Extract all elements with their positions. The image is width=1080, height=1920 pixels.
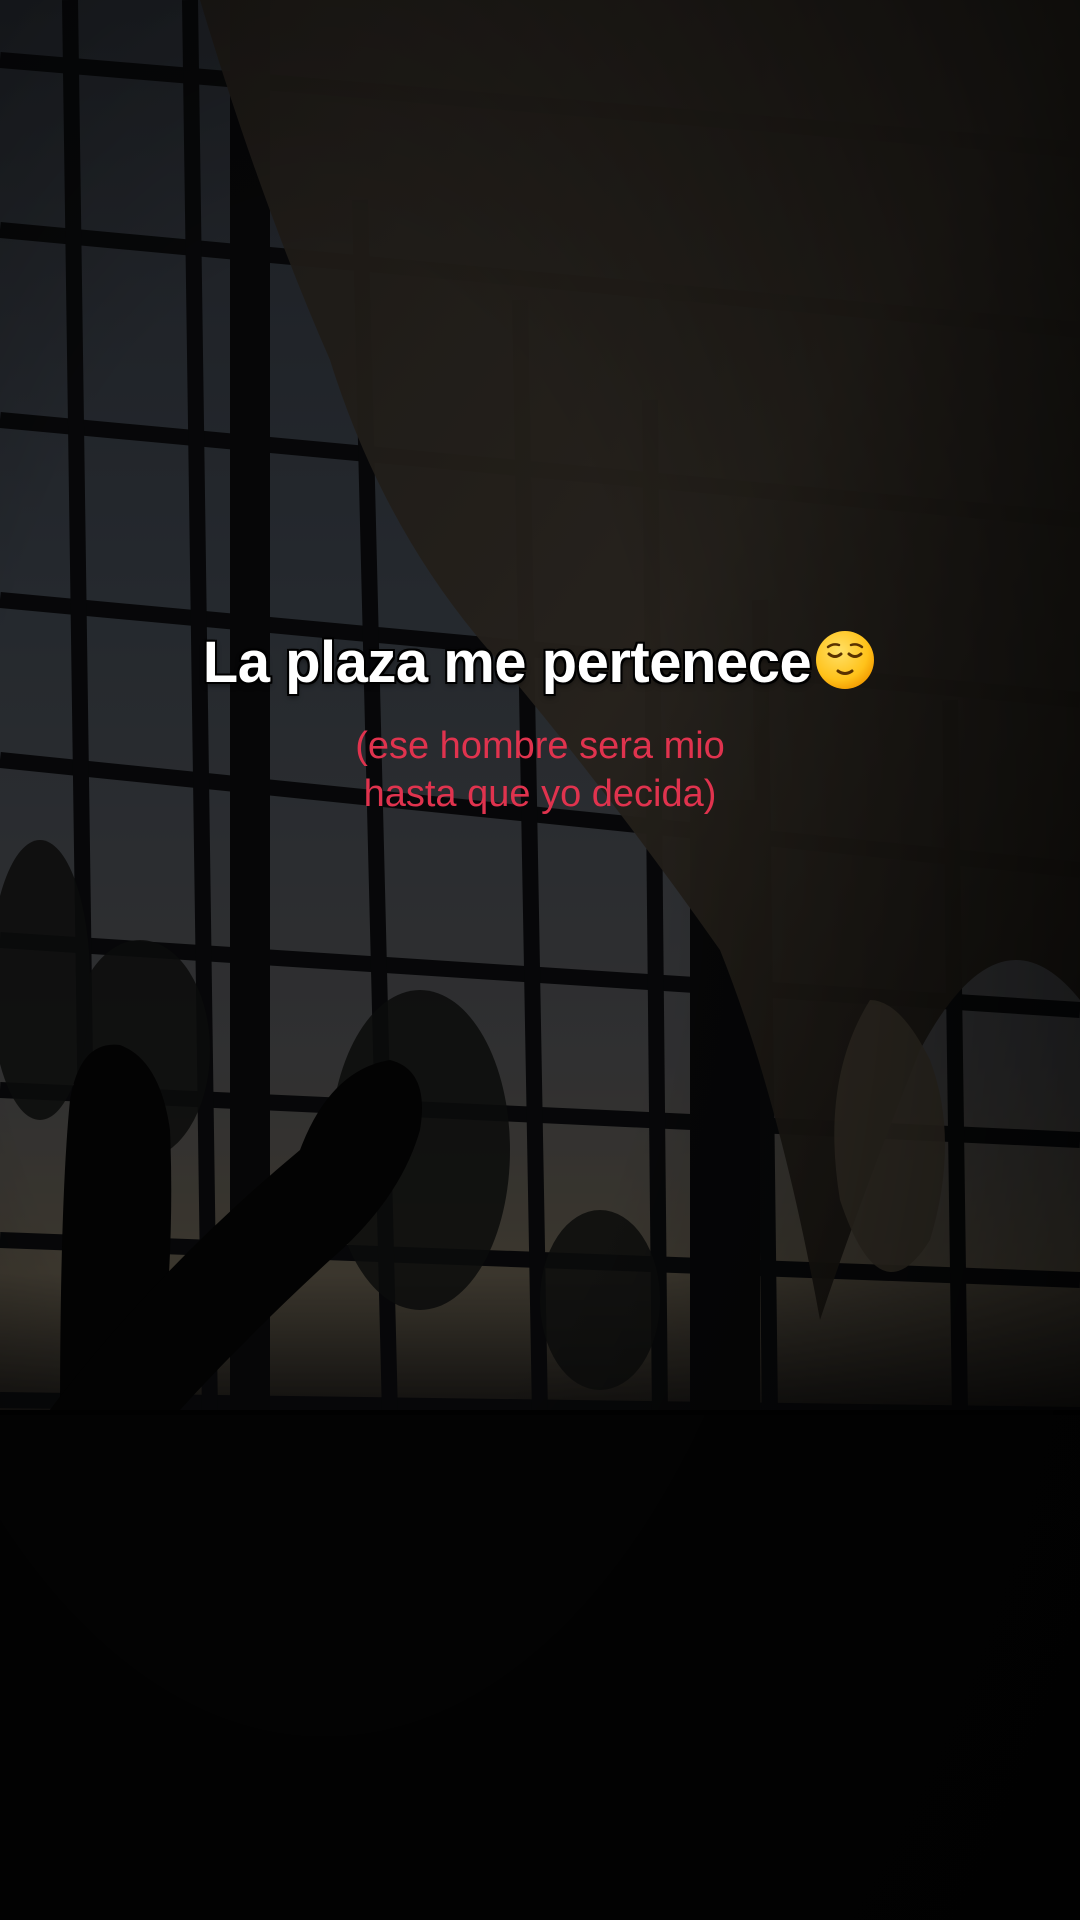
background-photo xyxy=(0,0,1080,1920)
caption-subtitle: (ese hombre sera mio hasta que yo decida… xyxy=(0,722,1080,818)
video-frame: La plaza me pertenece (ese hombre sera m… xyxy=(0,0,1080,1920)
caption-main: La plaza me pertenece xyxy=(0,628,1080,696)
relieved-face-icon xyxy=(813,628,877,692)
caption-main-text: La plaza me pertenece xyxy=(202,630,812,695)
caption-sub-line-1: (ese hombre sera mio xyxy=(355,725,725,767)
caption-sub-line-2: hasta que yo decida) xyxy=(363,773,717,815)
